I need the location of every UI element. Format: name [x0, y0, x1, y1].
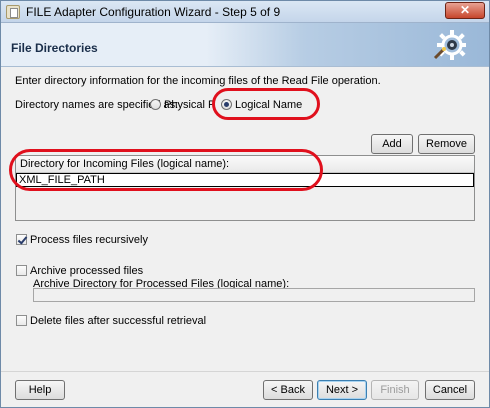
footer-separator — [1, 371, 489, 372]
logical-name-radio[interactable] — [221, 99, 232, 110]
wizard-window: FILE Adapter Configuration Wizard - Step… — [0, 0, 490, 408]
process-recursively-label: Process files recursively — [30, 234, 148, 246]
close-button[interactable]: ✕ — [445, 2, 485, 19]
back-button[interactable]: < Back — [263, 380, 313, 400]
process-recursively-checkbox[interactable] — [16, 234, 27, 245]
next-button[interactable]: Next > — [317, 380, 367, 400]
window-title: FILE Adapter Configuration Wizard - Step… — [26, 5, 281, 19]
gear-wizard-icon — [433, 30, 466, 60]
file-adapter-icon — [6, 5, 20, 19]
archive-directory-input[interactable] — [33, 288, 475, 302]
wizard-header: File Directories — [1, 23, 489, 67]
remove-button[interactable]: Remove — [418, 134, 475, 154]
delete-after-checkbox[interactable] — [16, 315, 27, 326]
logical-name-label: Logical Name — [235, 99, 303, 111]
physical-path-label: Physical Path — [164, 99, 214, 111]
table-row[interactable]: XML_FILE_PATH — [16, 173, 474, 187]
table-header: Directory for Incoming Files (logical na… — [16, 156, 474, 173]
instruction-text: Enter directory information for the inco… — [15, 75, 381, 87]
help-button[interactable]: Help — [15, 380, 65, 400]
finish-button[interactable]: Finish — [371, 380, 419, 400]
archive-processed-label: Archive processed files — [30, 265, 144, 277]
page-title: File Directories — [11, 41, 98, 55]
table-empty-area — [16, 187, 474, 220]
title-bar[interactable]: FILE Adapter Configuration Wizard - Step… — [1, 1, 489, 23]
cancel-button[interactable]: Cancel — [425, 380, 475, 400]
delete-after-label: Delete files after successful retrieval — [30, 315, 207, 327]
incoming-directories-table: Directory for Incoming Files (logical na… — [15, 155, 475, 221]
add-button[interactable]: Add — [371, 134, 413, 154]
physical-path-radio[interactable] — [150, 99, 161, 110]
archive-processed-checkbox[interactable] — [16, 265, 27, 276]
